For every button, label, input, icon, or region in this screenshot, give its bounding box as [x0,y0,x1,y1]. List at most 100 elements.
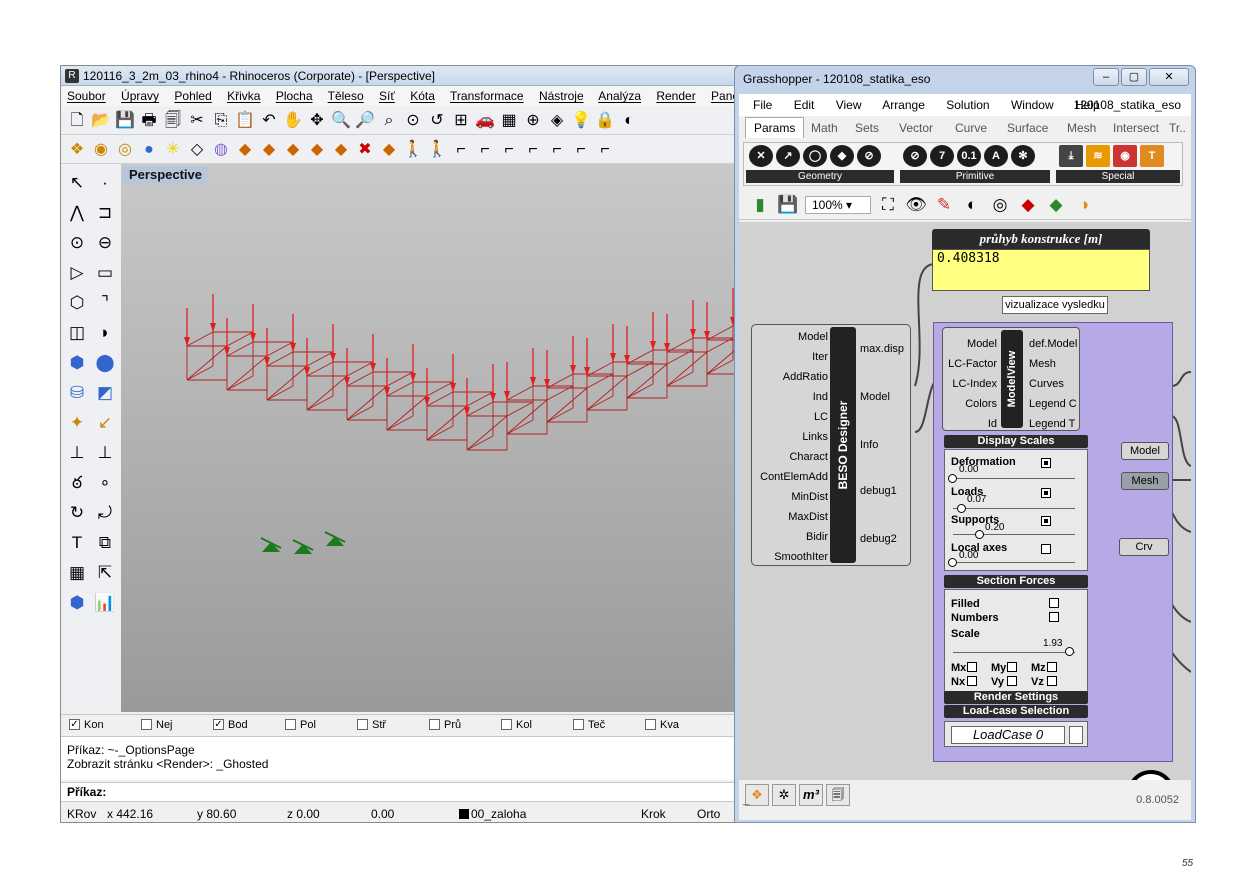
slider-icon[interactable]: ≋ [1086,145,1110,167]
box-icon[interactable]: ⬢ [64,350,90,378]
modelview-input[interactable]: LC-Index [945,378,997,390]
figure-icon[interactable]: 🚶 [403,140,423,160]
modelview-input[interactable]: Id [945,418,997,430]
menu-pohled[interactable]: Pohled [174,89,211,103]
wireframe-icon[interactable]: ◎ [989,195,1011,215]
osnap-kva-checkbox[interactable] [645,719,656,730]
menu-krivka[interactable]: Křivka [227,89,260,103]
cylinder-icon[interactable]: ⛁ [64,380,90,408]
status-cplane[interactable]: KRov [67,804,96,822]
sketch-icon[interactable]: ✎ [933,195,955,215]
osnap-pol[interactable]: Pol [277,719,349,731]
modelview-input[interactable]: Model [945,338,997,350]
beso-input[interactable]: Iter [758,351,828,363]
gh-menu-solution[interactable]: Solution [946,98,989,112]
trim-icon[interactable]: ↻ [64,500,90,528]
nx-checkbox[interactable] [967,676,977,686]
arc-icon[interactable]: ▷ [64,260,90,288]
four-views-icon[interactable]: ⊞ [451,111,471,131]
menu-nastroje[interactable]: Nástroje [539,89,584,103]
point-icon[interactable]: · [92,170,118,198]
swatch-icon[interactable]: T [1140,145,1164,167]
zoom-extents-icon[interactable]: ⌕ [379,111,399,131]
osnap-kol-checkbox[interactable] [501,719,512,730]
status-layer[interactable]: 00_zaloha [471,804,526,822]
shade-icon[interactable]: ❖ [67,140,87,160]
vy-checkbox[interactable] [1007,676,1017,686]
curve-icon[interactable]: ⊐ [92,200,118,228]
osnap-nej[interactable]: Nej [133,719,205,731]
tag-icon[interactable]: ◇ [187,140,207,160]
number-icon[interactable]: 0.1 [957,145,981,167]
tab-surface[interactable]: Surface [1007,121,1048,135]
tab-mesh[interactable]: Mesh [1067,121,1096,135]
tab-sets[interactable]: Sets [855,121,879,135]
menu-analyza[interactable]: Analýza [598,89,641,103]
panel-title[interactable]: průhyb konstrukce [m] [932,229,1150,249]
panel-tool-icon[interactable]: ⌐ [451,140,471,160]
array-icon[interactable]: ▦ [64,560,90,588]
point-icon[interactable]: ✕ [749,145,773,167]
modelview-output[interactable]: def.Model [1029,338,1077,350]
beso-input[interactable]: SmoothIter [758,551,828,563]
polyline-icon[interactable]: ⋀ [64,200,90,228]
modelview-output[interactable]: Legend T [1029,418,1075,430]
status-ortho[interactable]: Orto [697,804,720,822]
beso-input[interactable]: MaxDist [758,511,828,523]
sun-icon[interactable]: ✳ [163,140,183,160]
loadcase-button[interactable] [1069,726,1083,744]
gh-menu-edit[interactable]: Edit [794,98,815,112]
deformation-slider-knob[interactable] [948,474,957,483]
surface-edit-icon[interactable]: ◆ [259,140,279,160]
open-file-icon[interactable]: ▮ [749,195,771,215]
close-icon[interactable]: ✕ [1149,68,1189,86]
beso-input[interactable]: MinDist [758,491,828,503]
mesh-icon[interactable]: ◩ [92,380,118,408]
surface-edit-3-icon[interactable]: ◆ [307,140,327,160]
maximize-icon[interactable]: ▢ [1121,68,1147,86]
polygon-icon[interactable]: ⬡ [64,290,90,318]
panel-tool-6-icon[interactable]: ⌐ [571,140,591,160]
layer-icon[interactable]: ◈ [547,111,567,131]
filled-checkbox[interactable] [1049,598,1059,608]
vz-checkbox[interactable] [1047,676,1057,686]
local-axes-slider-knob[interactable] [948,558,957,567]
gh-menu-window[interactable]: Window [1011,98,1054,112]
render-icon[interactable]: ◐ [619,111,639,131]
gradient-icon[interactable]: ◉ [1113,145,1137,167]
osnap-tec-checkbox[interactable] [573,719,584,730]
beso-input[interactable]: ContElemAdd [758,471,828,483]
modelview-output[interactable]: Curves [1029,378,1064,390]
menu-sit[interactable]: Síť [379,89,395,103]
beso-input[interactable]: Model [758,331,828,343]
loft-icon[interactable]: ◗ [92,320,118,348]
viewport-label[interactable]: Perspective [123,166,208,184]
save-icon[interactable]: 💾 [115,111,135,131]
copy-icon[interactable]: ⎘ [211,111,231,131]
grid-icon[interactable]: ▦ [499,111,519,131]
supports-checkbox[interactable] [1041,516,1051,526]
osnap-pru-checkbox[interactable] [429,719,440,730]
properties-icon[interactable]: 🗐 [163,111,183,131]
modelview-input[interactable]: Colors [945,398,997,410]
status-snap[interactable]: Krok [641,804,666,822]
circle-icon[interactable]: ◯ [803,145,827,167]
gh-menu-file[interactable]: File [753,98,772,112]
analyze-icon[interactable]: ⬢ [64,590,90,618]
menu-plocha[interactable]: Plocha [276,89,313,103]
fillet-icon[interactable]: ⌝ [92,290,118,318]
menu-upravy[interactable]: Úpravy [121,89,159,103]
osnap-bod-checkbox[interactable]: ✓ [213,719,224,730]
panel-tool-2-icon[interactable]: ⌐ [475,140,495,160]
beso-input[interactable]: LC [758,411,828,423]
section-forces-header[interactable]: Section Forces [944,575,1088,588]
ungroup-icon[interactable]: ∘ [92,470,118,498]
object-icon[interactable]: ● [139,140,159,160]
beso-designer-component[interactable]: Model Iter AddRatio Ind LC Links Charact… [751,324,911,566]
menu-teleso[interactable]: Těleso [328,89,364,103]
cut-icon[interactable]: ✂ [187,111,207,131]
osnap-kon-checkbox[interactable]: ✓ [69,719,80,730]
snowflake-icon[interactable]: ✲ [772,784,796,806]
tab-curve[interactable]: Curve [955,121,987,135]
rectangle-icon[interactable]: ▭ [92,260,118,288]
